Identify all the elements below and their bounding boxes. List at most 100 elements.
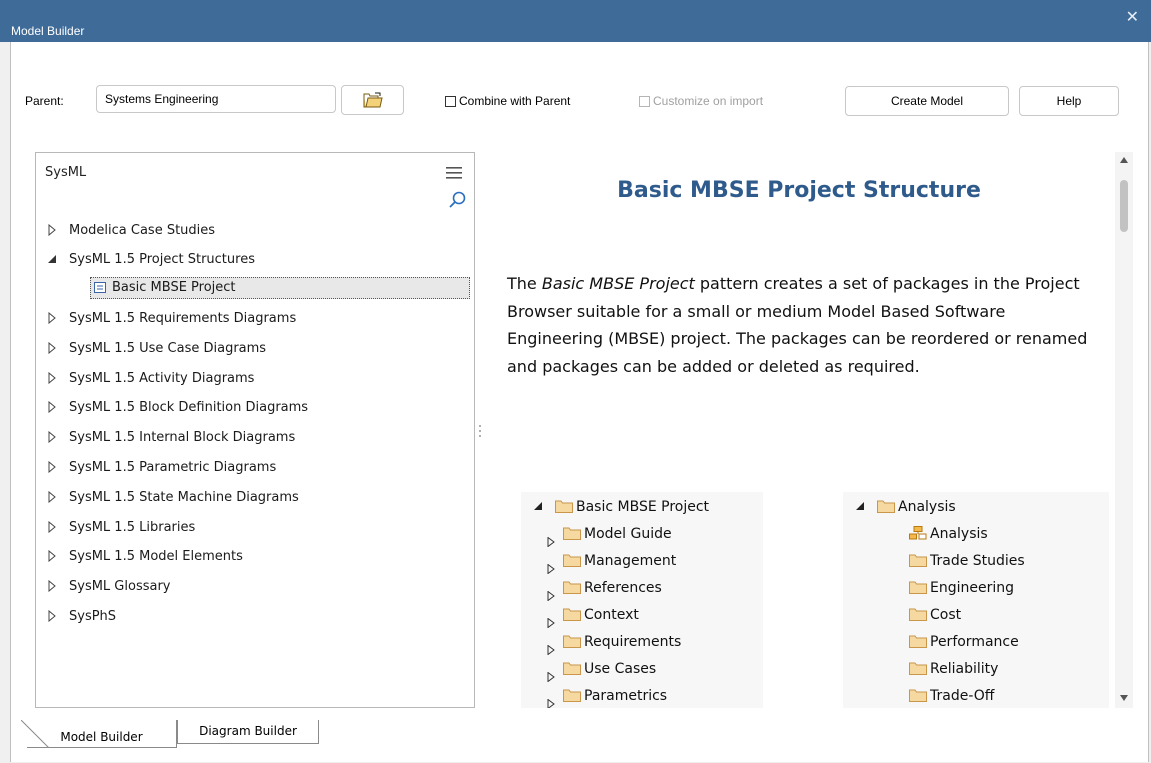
package-item: Parametrics — [547, 683, 667, 708]
scroll-down-arrow-icon[interactable] — [1119, 694, 1129, 702]
folder-icon — [909, 608, 927, 621]
package-root: Basic MBSE Project — [533, 494, 709, 520]
folder-icon — [909, 689, 927, 702]
folder-icon — [563, 662, 581, 675]
checkbox-box — [445, 95, 456, 107]
tree-item-parametric-diagrams[interactable]: SysML 1.5 Parametric Diagrams — [36, 457, 474, 479]
tab-model-builder[interactable]: Model Builder — [21, 720, 177, 748]
package-item: Model Guide — [547, 521, 672, 548]
parent-field[interactable]: Systems Engineering — [96, 85, 336, 113]
package-item: Use Cases — [547, 656, 656, 683]
help-button[interactable]: Help — [1019, 86, 1119, 116]
expand-arrow-icon[interactable] — [47, 550, 57, 562]
folder-icon — [563, 527, 581, 540]
package-root: Analysis — [855, 494, 956, 520]
expand-arrow-icon[interactable] — [47, 342, 57, 354]
tree-item-label: SysML 1.5 Libraries — [69, 520, 196, 535]
expand-arrow-icon[interactable] — [47, 580, 57, 592]
expand-arrow-icon[interactable] — [47, 461, 57, 473]
collapse-arrow-icon — [856, 502, 864, 510]
package-item: Reliability — [909, 656, 998, 682]
bottom-tab-strip: Model Builder Diagram Builder — [11, 720, 1148, 762]
expand-arrow-icon[interactable] — [47, 431, 57, 443]
tree-item-label: SysML 1.5 Project Structures — [69, 252, 255, 267]
window-title: Model Builder — [11, 24, 85, 38]
folder-icon — [909, 635, 927, 648]
collapse-arrow-icon[interactable] — [47, 253, 57, 265]
create-model-button[interactable]: Create Model — [845, 86, 1009, 116]
template-tree-panel: SysML Modelica Case Studies SysML 1.5 Pr… — [35, 152, 475, 708]
package-item: Cost — [909, 602, 961, 628]
tree-item-block-definition-diagrams[interactable]: SysML 1.5 Block Definition Diagrams — [36, 397, 474, 419]
search-icon[interactable] — [448, 191, 466, 209]
expand-arrow-icon — [547, 563, 555, 575]
expand-arrow-icon — [547, 536, 555, 548]
tree-item-label: SysML 1.5 Requirements Diagrams — [69, 311, 297, 326]
tree-item-label: Basic MBSE Project — [112, 280, 236, 295]
panel-splitter[interactable] — [479, 422, 483, 440]
tree-item-label: SysML 1.5 Parametric Diagrams — [69, 460, 277, 475]
panel-header: SysML — [45, 165, 87, 180]
tree-item-libraries[interactable]: SysML 1.5 Libraries — [36, 517, 474, 539]
expand-arrow-icon[interactable] — [47, 224, 57, 236]
expand-arrow-icon[interactable] — [47, 491, 57, 503]
package-item: Analysis — [909, 521, 988, 547]
expand-arrow-icon[interactable] — [47, 521, 57, 533]
package-item: Requirements — [547, 629, 681, 656]
folder-icon — [563, 581, 581, 594]
folder-icon — [555, 500, 573, 513]
expand-arrow-icon[interactable] — [47, 401, 57, 413]
tree-item-label: SysML 1.5 Internal Block Diagrams — [69, 430, 296, 445]
package-tree-image-left: Basic MBSE Project Model Guide Managemen… — [521, 492, 763, 708]
tree-item-state-machine-diagrams[interactable]: SysML 1.5 State Machine Diagrams — [36, 487, 474, 509]
package-item: Trade-Off — [909, 683, 994, 708]
vertical-scrollbar[interactable] — [1115, 152, 1133, 708]
folder-icon — [563, 554, 581, 567]
tree-item-label: Modelica Case Studies — [69, 223, 216, 238]
close-icon[interactable]: ✕ — [1126, 10, 1139, 26]
package-tree-image-right: Analysis Analysis Trade Studies Engineer… — [843, 492, 1109, 708]
scroll-thumb[interactable] — [1120, 180, 1128, 232]
tree-item-label: SysML 1.5 Model Elements — [69, 549, 243, 564]
folder-icon — [909, 581, 927, 594]
folder-icon — [563, 635, 581, 648]
browse-parent-button[interactable] — [341, 85, 404, 115]
tab-label: Diagram Builder — [199, 724, 297, 738]
tab-diagram-builder[interactable]: Diagram Builder — [177, 720, 319, 744]
tree-item-modelica-case-studies[interactable]: Modelica Case Studies — [36, 220, 474, 242]
expand-arrow-icon — [547, 671, 555, 683]
expand-arrow-icon — [547, 590, 555, 602]
tree-item-project-structures[interactable]: SysML 1.5 Project Structures — [36, 249, 474, 271]
package-item: Management — [547, 548, 676, 575]
package-item: Performance — [909, 629, 1019, 655]
tree-item-sysphs[interactable]: SysPhS — [36, 606, 474, 628]
folder-icon — [909, 662, 927, 675]
tree-item-model-elements[interactable]: SysML 1.5 Model Elements — [36, 546, 474, 568]
dialog-body: Parent: Systems Engineering Combine with… — [10, 42, 1149, 762]
expand-arrow-icon — [547, 644, 555, 656]
customize-label: Customize on import — [653, 94, 764, 108]
scroll-up-arrow-icon[interactable] — [1119, 156, 1129, 164]
template-icon — [94, 282, 106, 293]
tree-item-requirements-diagrams[interactable]: SysML 1.5 Requirements Diagrams — [36, 308, 474, 330]
hamburger-menu-icon[interactable] — [446, 167, 462, 179]
expand-arrow-icon[interactable] — [47, 610, 57, 622]
customize-on-import-checkbox[interactable]: Customize on import — [639, 94, 763, 108]
checkbox-box — [639, 95, 650, 107]
open-folder-icon — [363, 92, 383, 108]
tree-item-label: SysML Glossary — [69, 579, 171, 594]
analysis-diagram-icon — [909, 526, 927, 540]
tree-item-sysml-glossary[interactable]: SysML Glossary — [36, 576, 474, 598]
tree-item-activity-diagrams[interactable]: SysML 1.5 Activity Diagrams — [36, 368, 474, 390]
tree-item-label: SysML 1.5 State Machine Diagrams — [69, 490, 299, 505]
expand-arrow-icon[interactable] — [47, 312, 57, 324]
title-bar: Model Builder ✕ — [0, 0, 1151, 42]
tree-item-use-case-diagrams[interactable]: SysML 1.5 Use Case Diagrams — [36, 338, 474, 360]
tree-item-label: SysML 1.5 Use Case Diagrams — [69, 341, 267, 356]
combine-with-parent-checkbox[interactable]: Combine with Parent — [445, 94, 570, 108]
expand-arrow-icon[interactable] — [47, 372, 57, 384]
combine-label: Combine with Parent — [459, 94, 571, 108]
tab-label: Model Builder — [60, 730, 143, 744]
tree-item-basic-mbse-project[interactable]: Basic MBSE Project — [36, 277, 474, 299]
tree-item-internal-block-diagrams[interactable]: SysML 1.5 Internal Block Diagrams — [36, 427, 474, 449]
